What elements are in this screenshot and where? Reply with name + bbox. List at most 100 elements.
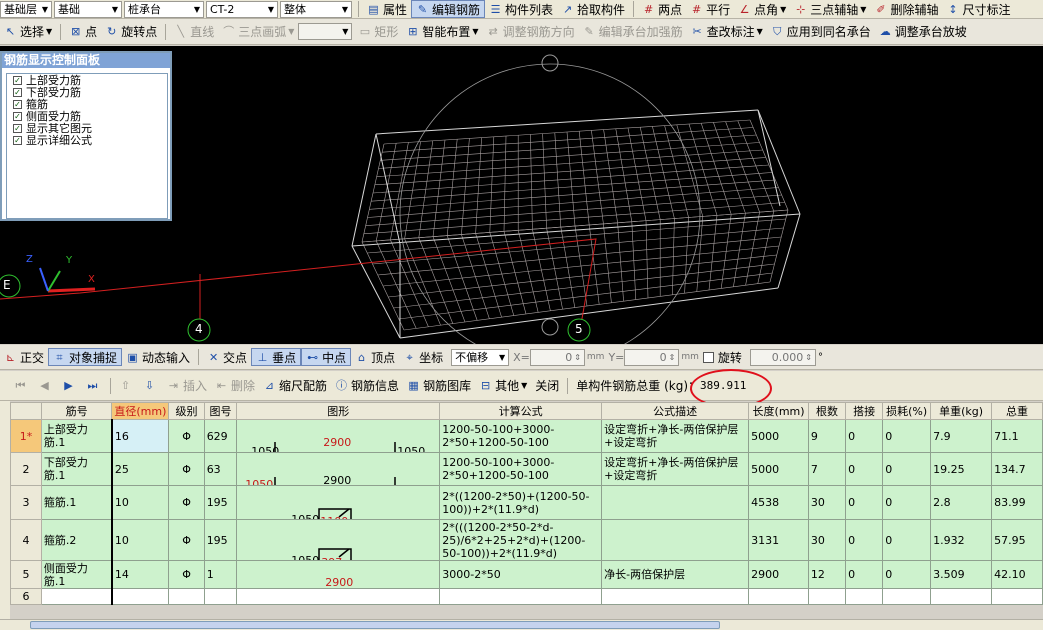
count-cell[interactable]: 30 [807, 519, 847, 561]
adjust-direction-button[interactable]: ⇄ 调整钢筋方向 [483, 23, 579, 41]
row-number[interactable]: 2 [10, 452, 42, 486]
total-weight-cell[interactable]: 42.10 [991, 560, 1043, 589]
rotation-handle[interactable] [541, 318, 559, 336]
description-cell[interactable]: 净长-两倍保护层 [601, 560, 750, 589]
diameter-cell[interactable]: 10 [111, 485, 170, 520]
rebar-info-button[interactable]: ⓘ 钢筋信息 [331, 377, 403, 395]
loss-cell[interactable] [882, 588, 932, 605]
select-button[interactable]: ↖ 选择 ▼ [0, 23, 56, 41]
table-row[interactable]: 6 [10, 588, 1043, 605]
diameter-cell[interactable]: 25 [111, 452, 170, 486]
rotate-angle-input[interactable]: 0.000 ⇕ [749, 348, 816, 366]
apply-same-button[interactable]: ⛉ 应用到同名承台 [767, 23, 875, 41]
checkbox-checked-icon[interactable]: ✓ [13, 75, 22, 85]
3d-viewport[interactable]: E 4 5 X Y Z 钢筋显示控制面板 ✓ 上部受力筋 ✓ 下部受力筋 ✓ 箍筋 ✓… [0, 46, 1043, 344]
bar-name-cell[interactable]: 上部受力筋.1 [40, 419, 113, 453]
two-point-button[interactable]: # 两点 [638, 0, 686, 18]
lap-cell[interactable]: 0 [845, 560, 884, 589]
length-cell[interactable]: 5000 [748, 452, 809, 486]
table-row[interactable]: 3 箍筋.1 10 Φ 195 1050 1100 2*((1200-2*50)… [10, 485, 1043, 520]
count-cell[interactable]: 30 [807, 485, 847, 520]
length-cell[interactable]: 3131 [748, 519, 809, 561]
offset-dropdown[interactable]: 不偏移 ▼ [451, 348, 510, 366]
unit-weight-cell[interactable]: 7.9 [930, 419, 993, 453]
object-snap-button[interactable]: ⌗ 对象捕捉 [48, 348, 123, 366]
unit-weight-cell[interactable]: 3.509 [930, 560, 993, 589]
formula-cell[interactable]: 1200-50-100+3000-2*50+1200-50-100 [439, 419, 603, 453]
count-cell[interactable]: 12 [807, 560, 847, 589]
formula-cell[interactable]: 1200-50-100+3000-2*50+1200-50-100 [439, 452, 603, 486]
shape-cell[interactable]: 1050 397 [236, 519, 441, 561]
description-cell[interactable] [601, 485, 750, 520]
spinner-icon[interactable]: ⇕ [669, 353, 676, 362]
total-weight-cell[interactable]: 71.1 [991, 419, 1043, 453]
coordinate-button[interactable]: ⌖ 坐标 [399, 348, 447, 366]
column-header[interactable]: 损耗(%) [882, 402, 932, 420]
formula-cell[interactable] [439, 588, 603, 605]
loss-cell[interactable]: 0 [882, 419, 932, 453]
shape-cell[interactable]: 1050 1100 [236, 485, 441, 520]
last-record-button[interactable]: ⏭ [82, 377, 106, 395]
lap-cell[interactable]: 0 [845, 419, 884, 453]
row-number[interactable]: 3 [10, 485, 42, 520]
vertex-button[interactable]: ⌂ 顶点 [351, 348, 399, 366]
pick-component-button[interactable]: ↗ 拾取构件 [557, 0, 629, 18]
total-weight-cell[interactable] [991, 588, 1043, 605]
lap-cell[interactable]: 0 [845, 485, 884, 520]
bar-name-cell[interactable]: 下部受力筋.1 [40, 452, 113, 486]
formula-cell[interactable]: 2*(((1200-2*50-2*d-25)/6*2+25+2*d)+(1200… [439, 519, 603, 561]
rebar-library-button[interactable]: ▦ 钢筋图库 [403, 377, 475, 395]
component-list-button[interactable]: ☰ 构件列表 [485, 0, 557, 18]
insert-button[interactable]: ⇥ 插入 [163, 377, 211, 395]
figure-no-cell[interactable]: 195 [203, 485, 238, 520]
loss-cell[interactable]: 0 [882, 560, 932, 589]
figure-no-cell[interactable]: 629 [203, 419, 238, 453]
column-header[interactable]: 图号 [203, 402, 238, 420]
parallel-button[interactable]: # 平行 [686, 0, 734, 18]
description-cell[interactable]: 设定弯折+净长-两倍保护层+设定弯折 [601, 452, 750, 486]
figure-no-cell[interactable]: 1 [203, 560, 238, 589]
shape-cell[interactable]: 1050 2900 [236, 452, 441, 486]
floor-dropdown[interactable]: 基础层 ▼ [0, 0, 52, 18]
diameter-cell[interactable]: 10 [111, 519, 170, 561]
count-cell[interactable] [807, 588, 847, 605]
row-number[interactable]: 5 [10, 560, 42, 589]
ortho-button[interactable]: ⊾ 正交 [0, 348, 48, 366]
midpoint-button[interactable]: ⊷ 中点 [301, 348, 352, 366]
scale-rebar-button[interactable]: ⊿ 缩尺配筋 [259, 377, 331, 395]
delete-axis-button[interactable]: ✐ 删除辅轴 [870, 0, 942, 18]
loss-cell[interactable]: 0 [882, 452, 932, 486]
display-option[interactable]: ✓ 显示详细公式 [7, 134, 167, 147]
edit-rebar-button[interactable]: ✎ 编辑钢筋 [411, 0, 486, 18]
table-row[interactable]: 1* 上部受力筋.1 16 Φ 629 1050 2900 1050 1200-… [10, 419, 1043, 453]
y-offset-input[interactable]: 0 ⇕ [624, 348, 680, 366]
count-cell[interactable]: 9 [807, 419, 847, 453]
move-down-button[interactable]: ⇩ [139, 377, 163, 395]
three-point-axis-button[interactable]: ⊹ 三点辅轴 ▼ [790, 0, 870, 18]
checkbox-checked-icon[interactable]: ✓ [13, 123, 22, 133]
length-cell[interactable]: 2900 [748, 560, 809, 589]
bar-name-cell[interactable]: 箍筋.1 [40, 485, 113, 520]
line-button[interactable]: ╲ 直线 [170, 23, 218, 41]
rotation-handle[interactable] [541, 54, 559, 72]
row-number[interactable]: 1* [10, 419, 42, 453]
grade-cell[interactable]: Φ [168, 485, 205, 520]
diameter-cell[interactable] [111, 588, 170, 605]
blank-dropdown[interactable]: ▼ [298, 23, 353, 40]
figure-no-cell[interactable] [203, 588, 238, 605]
checkbox-checked-icon[interactable]: ✓ [13, 99, 22, 109]
column-header[interactable]: 级别 [168, 402, 205, 420]
smart-layout-button[interactable]: ⊞ 智能布置 ▼ [402, 23, 482, 41]
spinner-icon[interactable]: ⇕ [574, 353, 581, 362]
next-record-button[interactable]: ▶ [58, 377, 82, 395]
description-cell[interactable] [601, 519, 750, 561]
formula-cell[interactable]: 2*((1200-2*50)+(1200-50-100))+2*(11.9*d) [439, 485, 603, 520]
column-header[interactable]: 图形 [236, 402, 441, 420]
horizontal-scrollbar[interactable] [0, 619, 1043, 630]
checkbox-checked-icon[interactable]: ✓ [13, 87, 22, 97]
count-cell[interactable]: 7 [807, 452, 847, 486]
close-button[interactable]: 关闭 [531, 377, 563, 395]
formula-cell[interactable]: 3000-2*50 [439, 560, 603, 589]
grade-cell[interactable]: Φ [168, 519, 205, 561]
column-header[interactable]: 单重(kg) [930, 402, 993, 420]
